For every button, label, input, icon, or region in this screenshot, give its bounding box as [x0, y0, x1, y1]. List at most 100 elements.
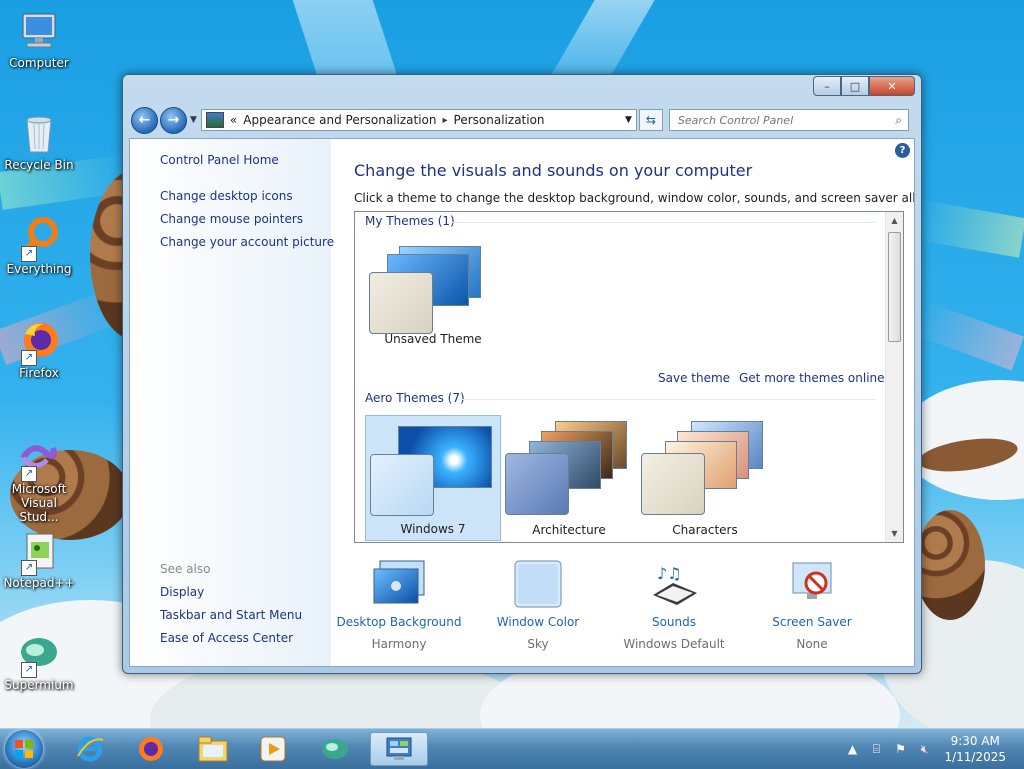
- window-color-icon: [509, 559, 567, 609]
- search-icon[interactable]: ⌕: [895, 113, 902, 128]
- clock-time: 9:30 AM: [950, 734, 1000, 748]
- shortcut-arrow-icon: ↗: [21, 350, 37, 366]
- desktop-icon-label: Supermium: [4, 678, 74, 692]
- window-color-setting[interactable]: Window Color Sky: [468, 559, 608, 651]
- personalization-window[interactable]: – □ ✕ ← → ▼ « Appearance and Personaliza…: [122, 74, 922, 674]
- internet-explorer-icon: [77, 736, 104, 762]
- refresh-button[interactable]: ⇆: [638, 109, 663, 131]
- search-input[interactable]: [675, 112, 896, 128]
- forward-button[interactable]: →: [160, 106, 187, 134]
- media-player-icon: [260, 736, 286, 762]
- window-color-link[interactable]: Window Color: [468, 615, 608, 629]
- desktop-icon-supermium[interactable]: ↗ Supermium: [1, 632, 77, 692]
- network-icon[interactable]: ⌸: [868, 741, 884, 757]
- theme-tile-architecture[interactable]: Architecture: [501, 415, 637, 541]
- desktop-background-icon: [370, 559, 428, 609]
- theme-label: Architecture: [532, 523, 606, 537]
- scroll-down-icon[interactable]: ▼: [886, 525, 903, 542]
- aero-themes-heading: Aero Themes (7): [365, 391, 465, 405]
- desktop-icon-label: Microsoft Visual Stud...: [11, 482, 67, 524]
- sounds-link[interactable]: Sounds: [604, 615, 744, 629]
- supermium-icon: [322, 739, 348, 759]
- taskbar-supermium[interactable]: [308, 732, 362, 766]
- screen-saver-value: None: [796, 637, 828, 651]
- taskbar-media-player[interactable]: [246, 732, 300, 766]
- action-center-flag-icon[interactable]: ⚑: [892, 741, 908, 757]
- close-button[interactable]: ✕: [869, 76, 915, 96]
- page-description: Click a theme to change the desktop back…: [354, 191, 915, 205]
- theme-color-swatch: [370, 454, 434, 516]
- breadcrumb-personalization[interactable]: Personalization: [454, 113, 545, 127]
- breadcrumb-appearance-and-personalization[interactable]: Appearance and Personalization: [243, 113, 436, 127]
- group-divider: [451, 222, 875, 223]
- taskbar-file-explorer[interactable]: [186, 732, 240, 766]
- shortcut-arrow-icon: ↗: [21, 560, 37, 576]
- sounds-setting[interactable]: ♪♫ Sounds Windows Default: [604, 559, 744, 651]
- window-client-area: Control Panel Home Change desktop icons …: [129, 138, 915, 667]
- desktop-background-value: Harmony: [371, 637, 427, 651]
- firefox-icon: [139, 737, 163, 761]
- save-theme-link[interactable]: Save theme: [658, 371, 730, 385]
- theme-label: Unsaved Theme: [384, 332, 482, 346]
- address-dropdown-icon[interactable]: ▼: [625, 115, 632, 125]
- maximize-button[interactable]: □: [841, 76, 869, 96]
- address-bar[interactable]: « Appearance and Personalization ▸ Perso…: [200, 109, 637, 131]
- help-icon[interactable]: ?: [895, 143, 910, 158]
- theme-color-swatch: [505, 453, 569, 515]
- change-mouse-pointers-link[interactable]: Change mouse pointers: [160, 212, 303, 226]
- control-panel-home-link[interactable]: Control Panel Home: [160, 153, 279, 167]
- back-button[interactable]: ←: [131, 106, 158, 134]
- start-button[interactable]: [5, 730, 43, 768]
- theme-label: Windows 7: [400, 522, 466, 536]
- desktop-icon-computer[interactable]: Computer: [1, 10, 77, 70]
- wallpaper-beam: [916, 200, 1024, 258]
- minimize-button[interactable]: –: [813, 76, 841, 96]
- search-box[interactable]: ⌕: [668, 109, 909, 131]
- display-link[interactable]: Display: [160, 585, 204, 599]
- theme-color-swatch: [641, 453, 705, 515]
- theme-list-scrollbar[interactable]: ▲ ▼: [885, 212, 903, 542]
- address-overflow-button[interactable]: «: [230, 113, 237, 127]
- system-clock[interactable]: 9:30 AM 1/11/2025: [944, 733, 1006, 765]
- scrollbar-thumb[interactable]: [888, 232, 901, 342]
- desktop-icon-firefox[interactable]: ↗ Firefox: [1, 320, 77, 380]
- show-hidden-icons-icon[interactable]: ▲: [844, 741, 860, 757]
- taskbar: ▲ ⌸ ⚑ 🔇︎ 9:30 AM 1/11/2025: [0, 728, 1024, 769]
- desktop-icon-visual-studio[interactable]: ↗ Microsoft Visual Stud...: [1, 436, 77, 524]
- theme-tile-characters[interactable]: Characters: [637, 415, 773, 541]
- taskbar-internet-explorer[interactable]: [63, 732, 117, 766]
- screen-saver-setting[interactable]: Screen Saver None: [742, 559, 882, 651]
- desktop-icon-recycle-bin[interactable]: Recycle Bin: [1, 112, 77, 172]
- see-also-heading: See also: [160, 562, 211, 576]
- desktop-background-link[interactable]: Desktop Background: [329, 615, 469, 629]
- change-account-picture-link[interactable]: Change your account picture: [160, 235, 334, 249]
- notification-area: ▲ ⌸ ⚑ 🔇︎ 9:30 AM 1/11/2025: [840, 729, 1024, 769]
- theme-tile-unsaved[interactable]: Unsaved Theme: [365, 236, 501, 362]
- theme-list[interactable]: My Themes (1) Unsaved Theme Save theme G…: [354, 211, 904, 543]
- volume-muted-icon[interactable]: 🔇︎: [916, 741, 932, 757]
- desktop-icon-label: Everything: [6, 262, 72, 276]
- svg-text:♪♫: ♪♫: [657, 564, 682, 583]
- wallpaper-turtle: [915, 510, 985, 620]
- recent-pages-dropdown-icon[interactable]: ▼: [190, 115, 197, 125]
- taskbar-control-panel[interactable]: [370, 732, 428, 766]
- scroll-up-icon[interactable]: ▲: [886, 212, 903, 229]
- desktop-icon-everything[interactable]: ↗ Everything: [1, 216, 77, 276]
- control-panel-icon: [205, 112, 224, 128]
- desktop-background-setting[interactable]: Desktop Background Harmony: [329, 559, 469, 651]
- ease-of-access-center-link[interactable]: Ease of Access Center: [160, 631, 293, 645]
- get-more-themes-online-link[interactable]: Get more themes online: [739, 371, 885, 385]
- group-divider: [459, 399, 875, 400]
- taskbar-and-start-menu-link[interactable]: Taskbar and Start Menu: [160, 608, 302, 622]
- desktop-icon-notepad-plus-plus[interactable]: ↗ Notepad++: [1, 530, 77, 590]
- change-desktop-icons-link[interactable]: Change desktop icons: [160, 189, 293, 203]
- control-panel-icon: [386, 737, 412, 760]
- screen-saver-link[interactable]: Screen Saver: [742, 615, 882, 629]
- desktop[interactable]: Computer Recycle Bin ↗ Everything ↗ Fire…: [0, 0, 1024, 728]
- taskbar-firefox[interactable]: [124, 732, 178, 766]
- desktop-icon-label: Computer: [9, 56, 69, 70]
- theme-tile-windows-7[interactable]: Windows 7: [365, 415, 501, 541]
- breadcrumb-separator-icon[interactable]: ▸: [443, 115, 448, 126]
- navigation-bar: ← → ▼ « Appearance and Personalization ▸…: [131, 105, 913, 135]
- supermium-icon: ↗: [17, 632, 61, 678]
